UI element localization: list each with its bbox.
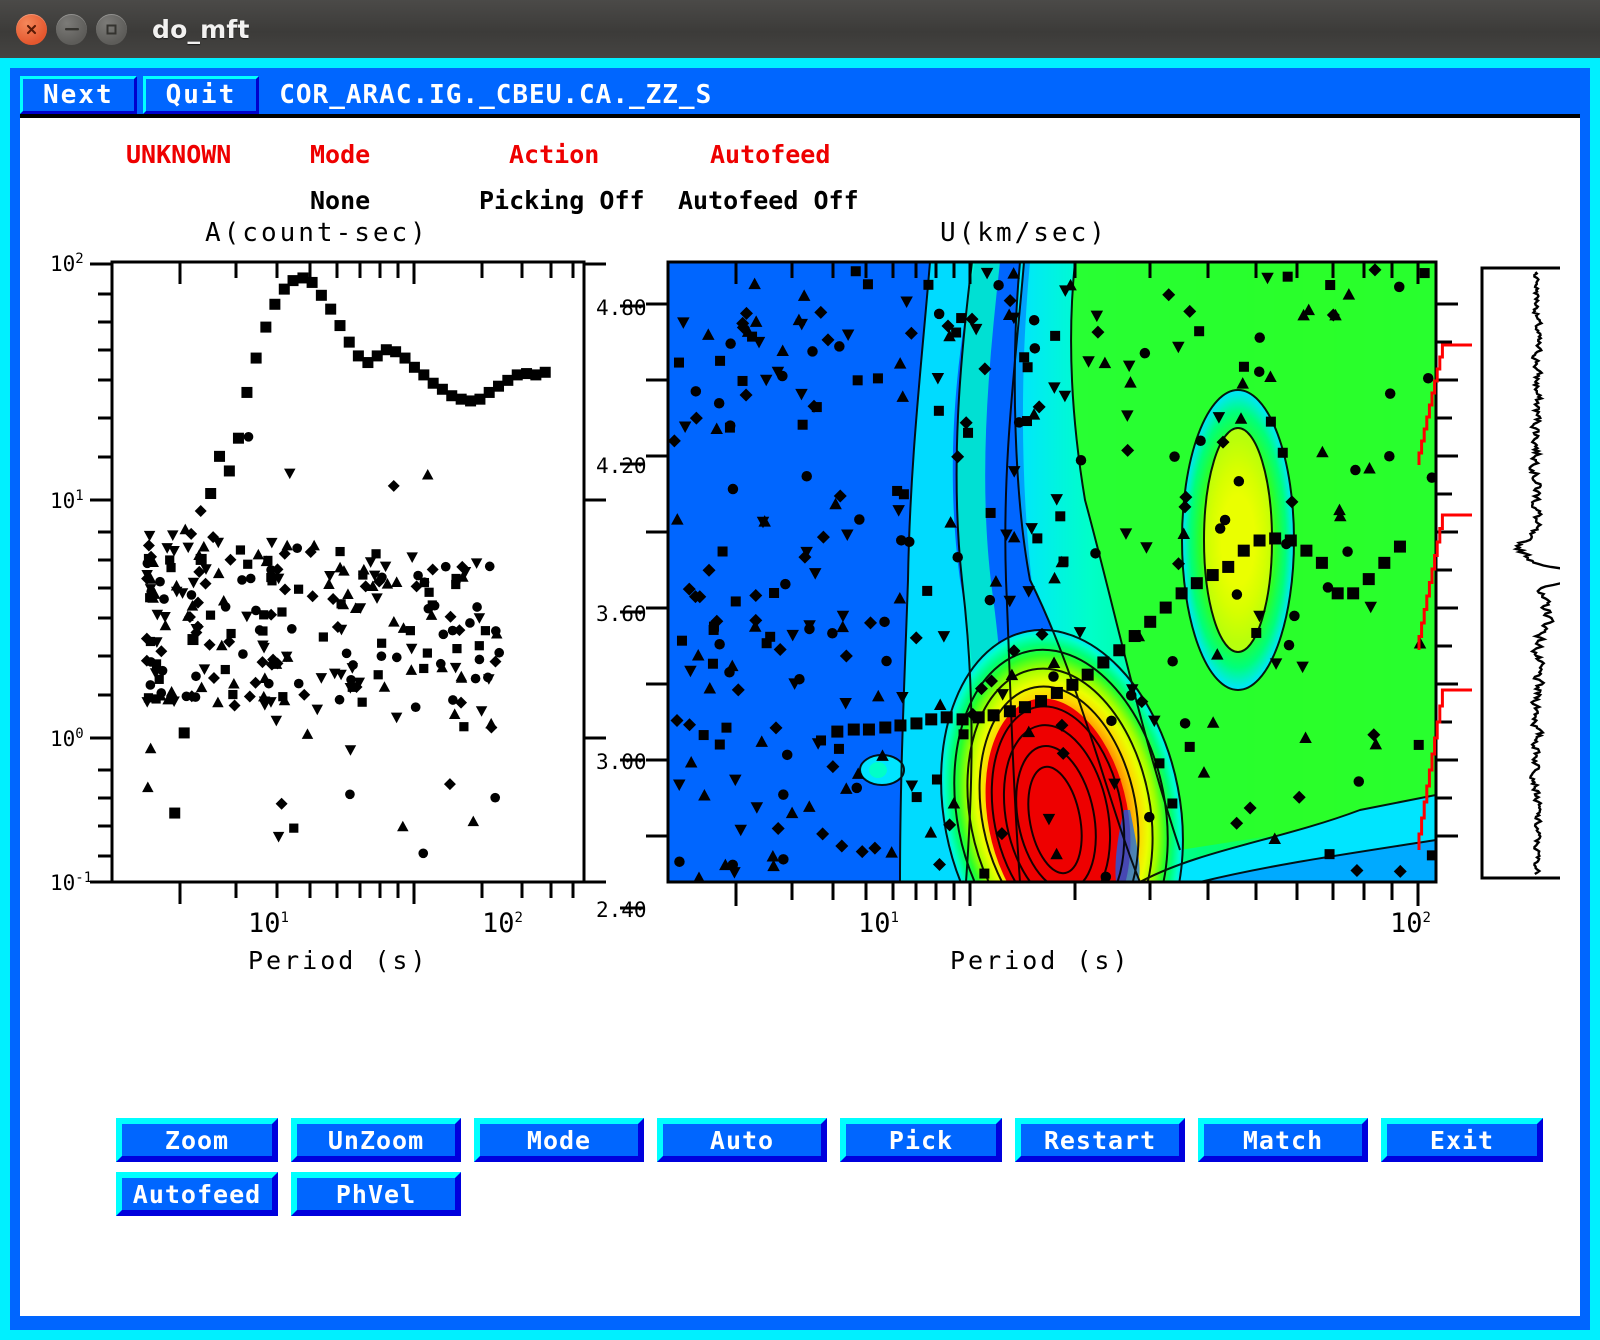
status-value-action: Picking Off <box>479 186 645 215</box>
quit-menu-button[interactable]: Quit <box>142 76 260 114</box>
x-window-frame: Next Quit COR_ARAC.IG._CBEU.CA._ZZ_S UNK… <box>0 58 1600 1340</box>
status-header-autofeed: Autofeed <box>710 140 831 169</box>
plot-canvas: UNKNOWN Mode Action Autofeed None Pickin… <box>20 118 1580 1316</box>
amp-xtick-1e2: 102 <box>482 908 523 939</box>
amp-ytick-1e0: 100 <box>50 726 84 751</box>
disp-xtick-1e1: 101 <box>858 908 899 939</box>
disp-xaxis-label: Period (s) <box>950 946 1131 975</box>
disp-ytick-300: 3.00 <box>596 750 647 774</box>
amplitude-curve-markers <box>169 272 551 819</box>
amplitude-plot-axes <box>90 260 606 904</box>
unzoom-button[interactable]: UnZoom <box>291 1118 461 1162</box>
minimize-icon[interactable] <box>56 13 87 45</box>
amp-ytick-1e1: 101 <box>50 488 84 513</box>
amp-xtick-1e1: 101 <box>248 908 289 939</box>
disp-ytick-240: 2.40 <box>596 898 647 922</box>
restart-button[interactable]: Restart <box>1015 1118 1185 1162</box>
status-header-action: Action <box>509 140 600 169</box>
menu-bar: Next Quit COR_ARAC.IG._CBEU.CA._ZZ_S <box>20 76 1580 118</box>
application-window: do_mft Next Quit COR_ARAC.IG._CBEU.CA._Z… <box>0 0 1600 1340</box>
mode-button[interactable]: Mode <box>474 1118 644 1162</box>
amplitude-plot-title: A(count-sec) <box>205 218 429 248</box>
window-titlebar: do_mft <box>0 0 1600 58</box>
match-button[interactable]: Match <box>1198 1118 1368 1162</box>
disp-ytick-420: 4.20 <box>596 454 647 478</box>
exit-button[interactable]: Exit <box>1381 1118 1543 1162</box>
amp-xaxis-label: Period (s) <box>248 946 429 975</box>
phvel-button[interactable]: PhVel <box>291 1172 461 1216</box>
autofeed-button[interactable]: Autofeed <box>116 1172 278 1216</box>
close-icon[interactable] <box>16 13 47 45</box>
maximize-icon[interactable] <box>96 13 127 45</box>
waveform-panel <box>1480 266 1560 880</box>
amp-ytick-1e2: 102 <box>50 251 84 276</box>
dispersion-plot-title: U(km/sec) <box>940 218 1108 248</box>
zoom-button[interactable]: Zoom <box>116 1118 278 1162</box>
disp-ytick-480: 4.80 <box>596 296 647 320</box>
disp-xtick-1e2: 102 <box>1390 908 1431 939</box>
status-header-unknown: UNKNOWN <box>126 140 232 169</box>
status-header-mode: Mode <box>310 140 371 169</box>
next-menu-button[interactable]: Next <box>20 76 137 114</box>
pick-button[interactable]: Pick <box>840 1118 1002 1162</box>
auto-button[interactable]: Auto <box>657 1118 827 1162</box>
amplitude-scatter-cloud <box>140 432 505 859</box>
window-title: do_mft <box>152 14 250 44</box>
status-value-mode: None <box>310 186 371 215</box>
x-window-inner: Next Quit COR_ARAC.IG._CBEU.CA._ZZ_S UNK… <box>10 68 1590 1330</box>
disp-ytick-360: 3.60 <box>596 602 647 626</box>
trace-id-label: COR_ARAC.IG._CBEU.CA._ZZ_S <box>279 80 713 110</box>
amp-ytick-1em1: 10-1 <box>50 870 93 895</box>
status-value-autofeed: Autofeed Off <box>678 186 859 215</box>
